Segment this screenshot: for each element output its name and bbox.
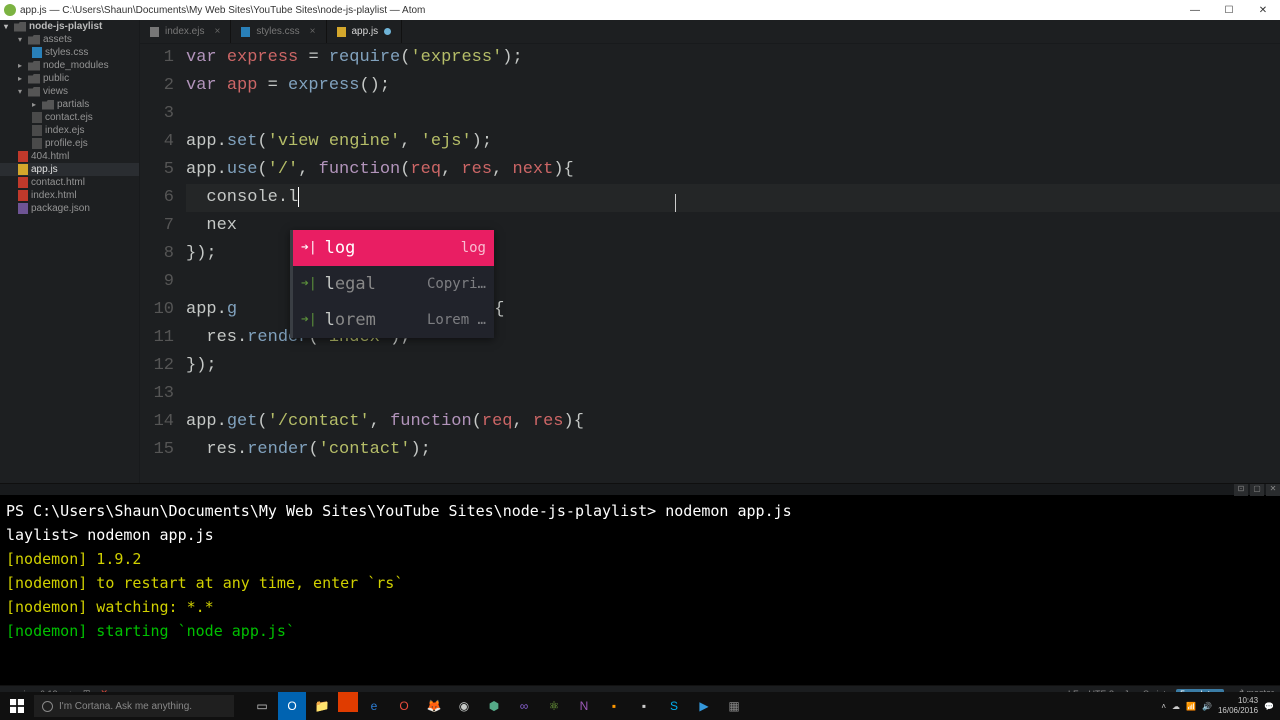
tree-views[interactable]: ▾views — [0, 85, 139, 98]
autocomplete-item-log[interactable]: ➔|loglog — [293, 230, 494, 266]
secondary-cursor — [675, 194, 676, 212]
tab-index.ejs[interactable]: index.ejs× — [140, 20, 231, 43]
play-icon[interactable]: ▶ — [690, 692, 718, 720]
folder-icon — [14, 22, 26, 32]
firefox-icon[interactable]: 🦊 — [420, 692, 448, 720]
tree-styles.css[interactable]: styles.css — [0, 46, 139, 59]
tree-public[interactable]: ▸public — [0, 72, 139, 85]
tree-partials[interactable]: ▸partials — [0, 98, 139, 111]
window-close[interactable]: ✕ — [1250, 5, 1276, 16]
project-root[interactable]: ▾ node-js-playlist — [0, 20, 139, 33]
tree-app.js[interactable]: app.js — [0, 163, 139, 176]
tree-404.html[interactable]: 404.html — [0, 150, 139, 163]
tree-assets[interactable]: ▾assets — [0, 33, 139, 46]
clock[interactable]: 10:43 16/06/2016 — [1218, 696, 1258, 716]
atom-app-icon[interactable]: ⚛ — [540, 692, 568, 720]
start-button[interactable] — [0, 692, 34, 720]
app-icon-1[interactable]: O — [278, 692, 306, 720]
tree-contact.html[interactable]: contact.html — [0, 176, 139, 189]
line-gutter: 123456789101112131415 — [140, 44, 186, 464]
terminal-button-a[interactable]: ⊡ — [1234, 484, 1248, 496]
sublime-icon[interactable]: ▪ — [600, 692, 628, 720]
search-placeholder: I'm Cortana. Ask me anything. — [59, 701, 192, 712]
atom-icon — [4, 4, 16, 16]
windows-icon — [10, 699, 24, 713]
app-icon-16[interactable]: ▦ — [720, 692, 748, 720]
app-icon-2[interactable]: 📁 — [308, 692, 336, 720]
taskbar-apps: ▭ O 📁 e O 🦊 ◉ ⬢ ∞ ⚛ N ▪ ▪ S ▶ ▦ — [248, 692, 748, 720]
tree-index.ejs[interactable]: index.ejs — [0, 124, 139, 137]
tree-contact.ejs[interactable]: contact.ejs — [0, 111, 139, 124]
tree-package.json[interactable]: package.json — [0, 202, 139, 215]
app-icon-8[interactable]: ⬢ — [480, 692, 508, 720]
tab-app.js[interactable]: app.js — [327, 20, 403, 43]
app-icon-3[interactable] — [338, 692, 358, 712]
tree-node_modules[interactable]: ▸node_modules — [0, 59, 139, 72]
notifications-icon[interactable]: 💬 — [1264, 702, 1274, 711]
tab-styles.css[interactable]: styles.css× — [231, 20, 326, 43]
windows-taskbar[interactable]: I'm Cortana. Ask me anything. ▭ O 📁 e O … — [0, 692, 1280, 720]
terminal[interactable]: PS C:\Users\Shaun\Documents\My Web Sites… — [0, 495, 1280, 685]
taskview-icon[interactable]: ▭ — [248, 692, 276, 720]
window-maximize[interactable]: ☐ — [1216, 5, 1242, 16]
code-area[interactable]: var express = require('express'); var ap… — [186, 44, 1280, 464]
cmd-icon[interactable]: ▪ — [630, 692, 658, 720]
cortana-search[interactable]: I'm Cortana. Ask me anything. — [34, 695, 234, 717]
window-titlebar: app.js — C:\Users\Shaun\Documents\My Web… — [0, 0, 1280, 20]
autocomplete-popup[interactable]: ➔|loglog➔|legalCopyri…➔|loremLorem … — [290, 230, 494, 338]
autocomplete-item-legal[interactable]: ➔|legalCopyri… — [293, 266, 494, 302]
skype-icon[interactable]: S — [660, 692, 688, 720]
tray-icon-1[interactable]: ☁ — [1172, 702, 1180, 711]
window-minimize[interactable]: — — [1182, 5, 1208, 16]
tray-icon-2[interactable]: 📶 — [1186, 702, 1196, 711]
cortana-icon — [42, 701, 53, 712]
chrome-icon[interactable]: ◉ — [450, 692, 478, 720]
tray-sound-icon[interactable]: 🔊 — [1202, 702, 1212, 711]
notepad-icon[interactable]: N — [570, 692, 598, 720]
tab-bar[interactable]: index.ejs×styles.css×app.js — [140, 20, 1280, 44]
terminal-button-b[interactable]: ▢ — [1250, 484, 1264, 496]
file-tree[interactable]: ▾ node-js-playlist ▾assetsstyles.css▸nod… — [0, 20, 140, 483]
window-title: app.js — C:\Users\Shaun\Documents\My Web… — [20, 5, 425, 16]
terminal-close[interactable]: ✕ — [1266, 484, 1280, 496]
text-caret — [298, 187, 299, 207]
vs-icon[interactable]: ∞ — [510, 692, 538, 720]
autocomplete-item-lorem[interactable]: ➔|loremLorem … — [293, 302, 494, 338]
tree-profile.ejs[interactable]: profile.ejs — [0, 137, 139, 150]
terminal-header[interactable]: ⊡ ▢ ✕ — [0, 483, 1280, 495]
editor-pane[interactable]: index.ejs×styles.css×app.js 123456789101… — [140, 20, 1280, 483]
opera-icon[interactable]: O — [390, 692, 418, 720]
system-tray[interactable]: ˄ ☁ 📶 🔊 10:43 16/06/2016 💬 — [1161, 696, 1280, 716]
tree-index.html[interactable]: index.html — [0, 189, 139, 202]
tray-up-icon[interactable]: ˄ — [1161, 702, 1166, 711]
edge-icon[interactable]: e — [360, 692, 388, 720]
project-name: node-js-playlist — [29, 21, 102, 32]
